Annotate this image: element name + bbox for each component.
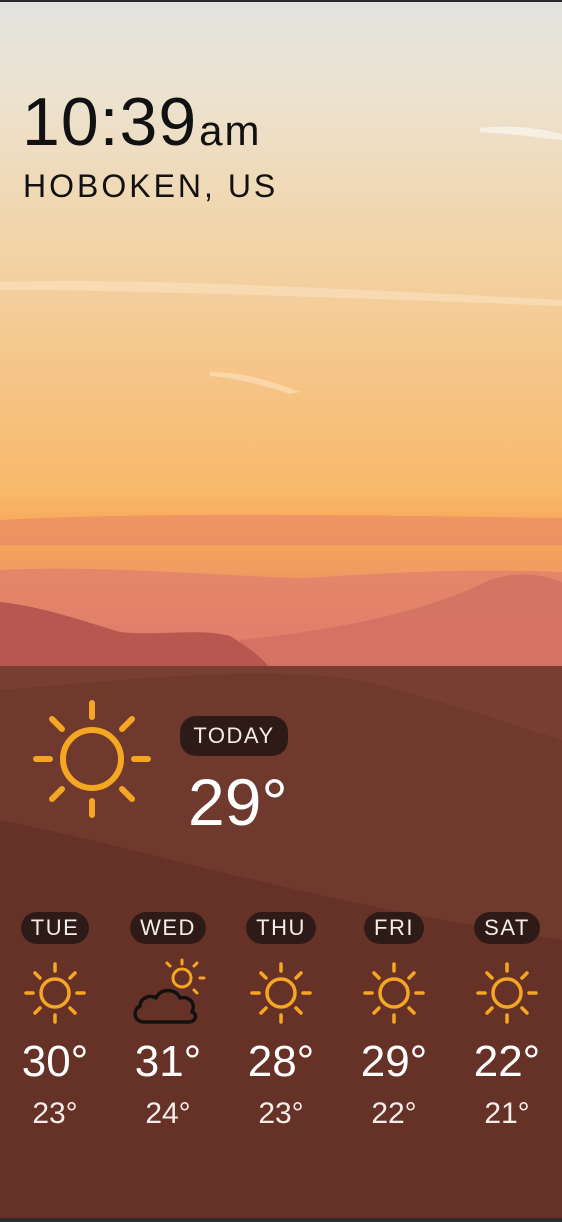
today-label: TODAY: [180, 716, 288, 756]
sun-icon: [24, 962, 86, 1024]
day-label: TUE: [20, 912, 90, 944]
status-strip: [0, 0, 562, 2]
day-low-temp: 23°: [32, 1097, 78, 1130]
day-label: WED: [130, 912, 206, 944]
clock-time: 10:39: [22, 84, 198, 160]
day-label: FRI: [364, 912, 424, 944]
forecast-day: THU 28° 23°: [231, 912, 331, 1132]
day-high-temp: 22°: [473, 1037, 541, 1086]
day-high-temp: 31°: [134, 1037, 202, 1086]
location-label: HOBOKEN, US: [23, 168, 279, 204]
day-low-temp: 22°: [371, 1097, 417, 1130]
partly-cloudy-icon: [133, 958, 206, 1024]
forecast-day: TUE 30° 23°: [5, 912, 105, 1132]
day-high-temp: 28°: [247, 1037, 315, 1086]
day-label: SAT: [474, 912, 540, 944]
clock: 10:39am: [22, 88, 262, 156]
weather-screen: 10:39am HOBOKEN, US TODAY 29° TUE 30° 23…: [0, 0, 562, 1222]
sun-icon: [363, 962, 425, 1024]
day-low-temp: 23°: [258, 1097, 304, 1130]
day-low-temp: 21°: [484, 1097, 530, 1130]
forecast-day: WED 31° 24°: [118, 912, 218, 1132]
day-label: THU: [246, 912, 316, 944]
sun-icon: [250, 962, 312, 1024]
day-high-temp: 30°: [21, 1037, 89, 1086]
forecast-day: FRI 29° 22°: [344, 912, 444, 1132]
today-temperature: 29°: [188, 765, 288, 839]
day-low-temp: 24°: [145, 1097, 191, 1130]
forecast-day: SAT 22° 21°: [457, 912, 557, 1132]
sun-icon: [476, 962, 538, 1024]
bottom-strip: [0, 1218, 562, 1222]
day-high-temp: 29°: [360, 1037, 428, 1086]
clock-ampm: am: [199, 107, 262, 154]
sun-icon: [33, 700, 151, 818]
